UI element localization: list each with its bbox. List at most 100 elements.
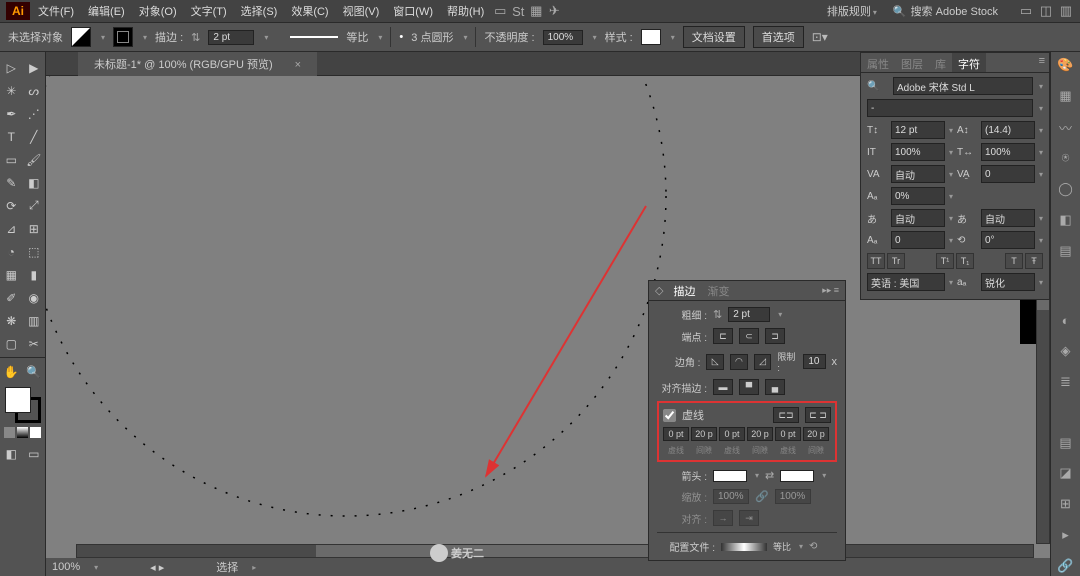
opacity-input[interactable]: 100% (543, 30, 583, 45)
menu-view[interactable]: 视图(V) (337, 1, 386, 21)
layout-default-icon[interactable]: ▭ (1018, 3, 1034, 19)
close-tab-icon[interactable]: × (287, 55, 309, 75)
menu-help[interactable]: 帮助(H) (441, 1, 490, 21)
gap-input-1[interactable]: 20 p (747, 427, 773, 441)
draw-mode[interactable]: ◧ (0, 442, 23, 465)
arrow-align1[interactable]: → (713, 510, 733, 526)
strikethrough-button[interactable]: Ŧ (1025, 253, 1043, 269)
links-panel-icon[interactable]: 🔗 (1055, 557, 1077, 576)
lasso-tool[interactable]: ᔕ (23, 79, 46, 102)
tab-stroke[interactable]: 描边 (667, 281, 701, 301)
menu-effect[interactable]: 效果(C) (285, 1, 334, 21)
pen-tool[interactable]: ✒ (0, 102, 23, 125)
align-panel-icon[interactable]: ▤ (1055, 433, 1077, 452)
color-panel-icon[interactable]: 🎨 (1055, 56, 1077, 75)
corner-bevel-button[interactable]: ◿ (754, 354, 772, 370)
transform-panel-icon[interactable]: ⊞ (1055, 495, 1077, 514)
rotate-input[interactable]: 0° (981, 231, 1035, 249)
align-center-button[interactable]: ▬ (713, 379, 733, 395)
fill-swatch[interactable] (71, 27, 91, 47)
width-tool[interactable]: ⊿ (0, 217, 23, 240)
doc-setup-button[interactable]: 文档设置 (683, 26, 745, 48)
rectangle-tool[interactable]: ▭ (0, 148, 23, 171)
dash-input-1[interactable]: 0 pt (719, 427, 745, 441)
gradient-tool[interactable]: ▮ (23, 263, 46, 286)
stock-search[interactable]: 🔍搜索 Adobe Stock (893, 3, 998, 19)
layout-multi-icon[interactable]: ▥ (1058, 3, 1074, 19)
arrow-end-select[interactable] (780, 470, 814, 482)
gradient-mode-icon[interactable] (17, 427, 28, 438)
magic-wand-tool[interactable]: ✳ (0, 79, 23, 102)
symbols-panel-icon[interactable]: ⍟ (1055, 149, 1077, 168)
dash-align-button[interactable]: ⊏ ⊐ (805, 407, 831, 423)
menu-window[interactable]: 窗口(W) (387, 1, 439, 21)
perspective-tool[interactable]: ⬚ (23, 240, 46, 263)
menu-object[interactable]: 对象(O) (133, 1, 183, 21)
dashed-checkbox[interactable] (663, 409, 676, 422)
rotate-tool[interactable]: ⟳ (0, 194, 23, 217)
dash-input-2[interactable]: 0 pt (775, 427, 801, 441)
smallcaps-button[interactable]: Tr (887, 253, 905, 269)
language-select[interactable]: 英语 : 美国 (867, 273, 945, 291)
blend-tool[interactable]: ◉ (23, 286, 46, 309)
pathfinder-panel-icon[interactable]: ◪ (1055, 464, 1077, 483)
layout-frame-icon[interactable]: ◫ (1038, 3, 1054, 19)
stroke-swatch[interactable] (113, 27, 133, 47)
limit-input[interactable]: 10 (803, 354, 825, 369)
subscript-button[interactable]: T₁ (956, 253, 974, 269)
type-tool[interactable]: T (0, 125, 23, 148)
brush-tool[interactable]: 🖌 (23, 148, 46, 171)
cap-butt-button[interactable]: ⊏ (713, 328, 733, 344)
font-size-input[interactable]: 12 pt (891, 121, 945, 139)
tab-libraries[interactable]: 库 (929, 53, 952, 72)
gpu-icon[interactable]: ✈ (546, 3, 562, 19)
panel-menu-icon[interactable]: ≡ (1035, 53, 1049, 72)
tab-layers[interactable]: 图层 (895, 53, 929, 72)
arrow-align2[interactable]: ⇥ (739, 510, 759, 526)
dash-preserve-button[interactable]: ⊏⊐ (773, 407, 799, 423)
aki-input[interactable]: 自动 (891, 209, 945, 227)
tab-character[interactable]: 字符 (952, 53, 986, 72)
selection-tool[interactable]: ▷ (0, 56, 23, 79)
stroke-panel-icon[interactable]: ◯ (1055, 180, 1077, 199)
dash-input-0[interactable]: 0 pt (663, 427, 689, 441)
baseline-input[interactable]: 0% (891, 187, 945, 205)
screen-mode[interactable]: ▭ (23, 442, 46, 465)
leading-input[interactable]: (14.4) (981, 121, 1035, 139)
cap-round-button[interactable]: ⊂ (739, 328, 759, 344)
antialias-select[interactable]: 锐化 (981, 273, 1035, 291)
prefs-button[interactable]: 首选项 (753, 26, 804, 48)
graph-tool[interactable]: ▥ (23, 309, 46, 332)
menu-file[interactable]: 文件(F) (32, 1, 80, 21)
menu-text[interactable]: 文字(T) (185, 1, 233, 21)
arrow-scale2[interactable]: 100% (775, 489, 811, 504)
aki2-input[interactable]: 自动 (981, 209, 1035, 227)
bridge-icon[interactable]: ▭ (492, 3, 508, 19)
curvature-tool[interactable]: ⋰ (23, 102, 46, 125)
graphic-styles-panel-icon[interactable]: ◈ (1055, 342, 1077, 361)
artboard-tool[interactable]: ▢ (0, 332, 23, 355)
align-popup-icon[interactable]: ⊡▾ (812, 30, 828, 44)
line-tool[interactable]: ╱ (23, 125, 46, 148)
arrow-start-select[interactable] (713, 470, 747, 482)
vscale-input[interactable]: 100% (891, 143, 945, 161)
gap-input-0[interactable]: 20 p (691, 427, 717, 441)
align-outside-button[interactable]: ▄ (765, 379, 785, 395)
slice-tool[interactable]: ✂ (23, 332, 46, 355)
font-style-select[interactable]: - (867, 99, 1033, 117)
font-family-select[interactable]: Adobe 宋体 Std L (893, 77, 1033, 95)
brushes-panel-icon[interactable]: 〰 (1055, 118, 1077, 137)
eraser-tool[interactable]: ◧ (23, 171, 46, 194)
gradient-panel-icon[interactable]: ◧ (1055, 211, 1077, 230)
shift-input[interactable]: 0 (891, 231, 945, 249)
corner-miter-button[interactable]: ◺ (706, 354, 724, 370)
color-mode-icon[interactable] (4, 427, 15, 438)
zoom-level[interactable]: 100% (52, 561, 80, 573)
none-mode-icon[interactable] (30, 427, 41, 438)
stroke-profile[interactable] (290, 36, 338, 38)
workspace-switcher[interactable]: 排版规则▾ (821, 1, 883, 21)
tab-properties[interactable]: 属性 (861, 53, 895, 72)
kerning-input[interactable]: 自动 (891, 165, 945, 183)
swatches-panel-icon[interactable]: ▦ (1055, 87, 1077, 106)
hscale-input[interactable]: 100% (981, 143, 1035, 161)
